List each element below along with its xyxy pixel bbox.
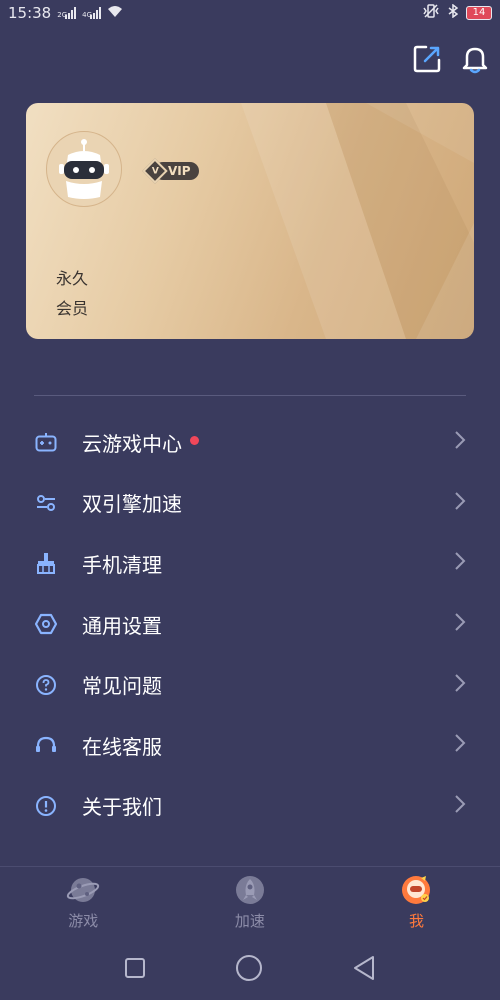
circle-icon — [235, 955, 262, 981]
menu-item-general-settings[interactable]: 通用设置 — [0, 594, 500, 655]
tab-label: 加速 — [234, 912, 265, 930]
wifi-icon — [107, 4, 123, 22]
triangle-back-icon — [353, 956, 374, 980]
toggles-icon — [34, 491, 58, 515]
chevron-right-icon — [454, 673, 466, 697]
rocket-icon — [235, 876, 264, 904]
hex-settings-icon — [34, 612, 58, 636]
divider — [34, 395, 466, 396]
tab-accelerate[interactable]: 加速 — [167, 868, 334, 938]
signal-1-icon: 2G — [57, 7, 77, 19]
menu-item-online-support[interactable]: 在线客服 — [0, 715, 500, 776]
notification-button[interactable] — [458, 42, 492, 76]
info-icon — [34, 794, 58, 818]
menu-item-cloud-game[interactable]: 云游戏中心 — [0, 412, 500, 473]
menu-label: 关于我们 — [82, 795, 162, 820]
status-time: 15:38 — [8, 4, 52, 22]
settings-menu: 云游戏中心 双引擎加速 手机清理 通用设置 常见问题 在线客服 关于我们 — [0, 412, 500, 836]
system-nav-bar — [0, 940, 500, 1000]
vip-badge: V VIP — [142, 158, 199, 184]
question-icon — [34, 673, 58, 697]
edit-icon — [413, 45, 441, 73]
vip-card[interactable]: V VIP 永久 会员 — [26, 103, 474, 339]
avatar[interactable] — [46, 131, 122, 207]
vibrate-icon — [422, 4, 440, 22]
member-type: 会员 — [56, 299, 89, 318]
tab-label: 游戏 — [68, 912, 99, 930]
member-duration: 永久 — [56, 269, 89, 288]
back-button[interactable] — [352, 955, 376, 985]
headset-icon — [34, 733, 58, 757]
menu-label: 云游戏中心 — [82, 431, 182, 456]
gamepad-icon — [34, 430, 58, 454]
bottom-divider — [0, 866, 500, 867]
signal-2-icon: 4G — [82, 7, 102, 19]
menu-label: 手机清理 — [82, 552, 162, 577]
chevron-right-icon — [454, 551, 466, 575]
header-actions — [410, 42, 492, 76]
battery-indicator: 14 — [466, 6, 492, 20]
menu-item-dual-engine[interactable]: 双引擎加速 — [0, 473, 500, 534]
tab-games[interactable]: 游戏 — [0, 868, 167, 938]
edit-button[interactable] — [410, 42, 444, 76]
robot-icon — [59, 139, 109, 199]
chevron-right-icon — [454, 612, 466, 636]
menu-label: 通用设置 — [82, 613, 162, 638]
bottom-nav: 游戏 加速 我 — [0, 868, 500, 938]
astronaut-icon — [402, 876, 431, 904]
square-icon — [125, 958, 146, 978]
tab-label: 我 — [408, 912, 424, 930]
menu-item-about-us[interactable]: 关于我们 — [0, 776, 500, 837]
chevron-right-icon — [454, 794, 466, 818]
home-button[interactable] — [235, 954, 263, 986]
tab-me[interactable]: 我 — [333, 868, 500, 938]
notification-dot — [190, 435, 199, 445]
chevron-right-icon — [454, 733, 466, 757]
menu-label: 双引擎加速 — [82, 492, 182, 517]
menu-label: 常见问题 — [82, 674, 162, 699]
chevron-right-icon — [454, 491, 466, 515]
bell-icon — [462, 47, 488, 74]
recent-apps-button[interactable] — [124, 957, 146, 983]
menu-item-phone-cleanup[interactable]: 手机清理 — [0, 533, 500, 594]
chevron-right-icon — [454, 430, 466, 454]
planet-icon — [67, 878, 100, 902]
bluetooth-icon — [448, 3, 459, 22]
menu-item-faq[interactable]: 常见问题 — [0, 654, 500, 715]
menu-label: 在线客服 — [82, 734, 162, 759]
status-bar: 15:38 2G 4G 14 — [0, 0, 500, 26]
broom-icon — [34, 551, 58, 575]
